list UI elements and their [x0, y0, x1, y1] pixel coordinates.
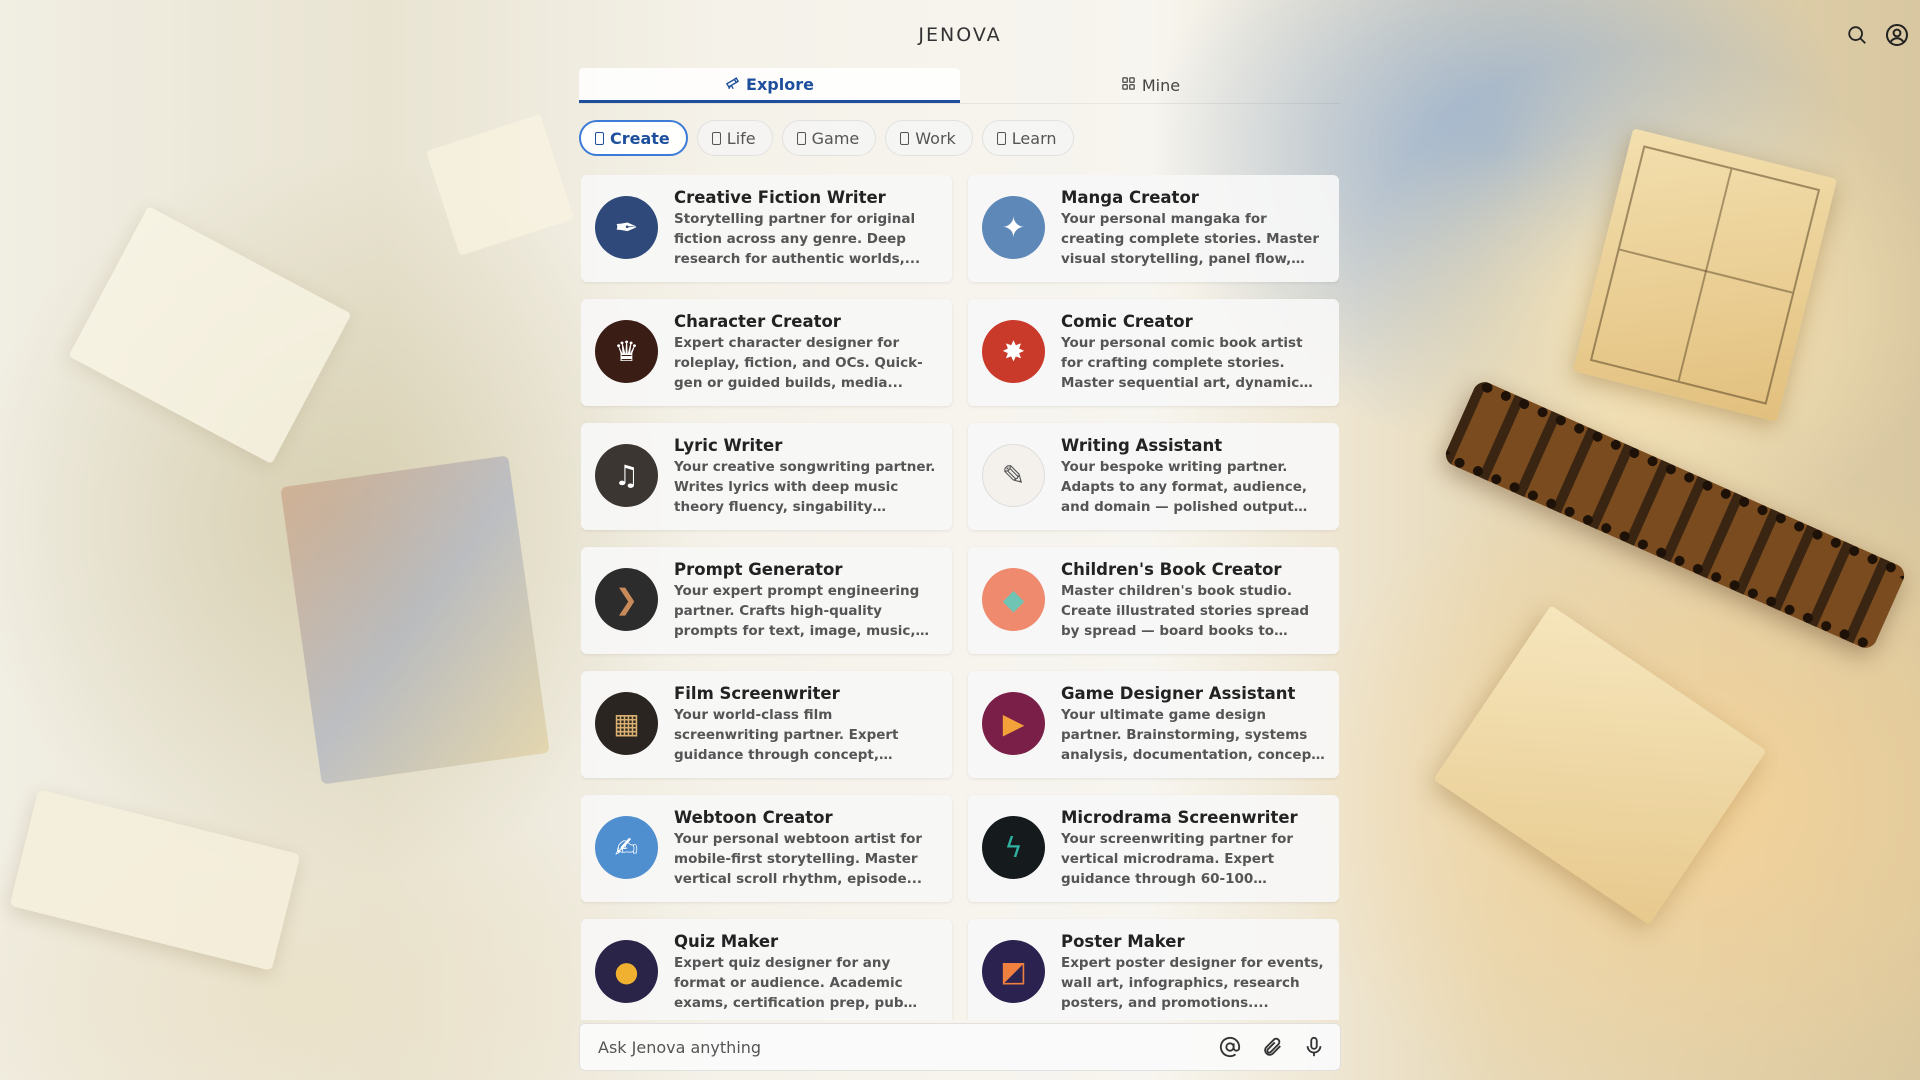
tab-mine[interactable]: Mine	[960, 68, 1341, 103]
microphone-icon[interactable]	[1302, 1035, 1326, 1059]
card-title: Lyric Writer	[674, 436, 783, 455]
agent-card-game-designer-assistant[interactable]: ▶ Game Designer Assistant Your ultimate g…	[968, 671, 1339, 778]
card-description: Your personal webtoon artist for mobile-…	[674, 831, 923, 887]
telescope-icon	[725, 75, 740, 94]
chip-create[interactable]: Create	[579, 120, 688, 156]
paperclip-icon[interactable]	[1260, 1035, 1284, 1059]
character-icon: ♛	[595, 320, 658, 383]
card-title: Webtoon Creator	[674, 808, 833, 827]
card-description: Your screenwriting partner for vertical …	[1061, 831, 1294, 887]
manga-panel-icon: ✦	[982, 196, 1045, 259]
user-circle-icon[interactable]	[1884, 22, 1910, 48]
lightbulb-icon: ●	[595, 940, 658, 1003]
at-icon[interactable]	[1218, 1035, 1242, 1059]
floating-paper-illustration	[68, 205, 352, 465]
card-title: Children's Book Creator	[1061, 560, 1282, 579]
chip-life[interactable]: Life	[696, 120, 773, 156]
chevron-right-icon: ❯	[595, 568, 658, 631]
agent-card-film-screenwriter[interactable]: ▦ Film Screenwriter Your world-class film…	[581, 671, 952, 778]
chip-learn[interactable]: Learn	[981, 120, 1074, 156]
agent-card-comic-creator[interactable]: ✸ Comic Creator Your personal comic book …	[968, 299, 1339, 406]
ask-bar	[579, 1023, 1341, 1071]
card-description: Master children's book studio. Create il…	[1061, 583, 1310, 639]
brush-icon: ✍	[595, 816, 658, 879]
floating-paper-illustration	[425, 114, 575, 256]
ask-input[interactable]	[598, 1037, 1218, 1057]
category-icon	[900, 131, 910, 145]
category-icon	[711, 131, 721, 145]
chip-game[interactable]: Game	[781, 120, 877, 156]
open-book-icon: ◆	[982, 568, 1045, 631]
card-title: Game Designer Assistant	[1061, 684, 1296, 703]
app-title: JENOVA	[918, 24, 1002, 46]
agent-card-writing-assistant[interactable]: ✎ Writing Assistant Your bespoke writing …	[968, 423, 1339, 530]
agent-card-webtoon-creator[interactable]: ✍ Webtoon Creator Your personal webtoon a…	[581, 795, 952, 902]
agent-card-prompt-generator[interactable]: ❯ Prompt Generator Your expert prompt eng…	[581, 547, 952, 654]
card-description: Expert character designer for roleplay, …	[674, 335, 923, 391]
agent-card-quiz-maker[interactable]: ● Quiz Maker Expert quiz designer for any…	[581, 919, 952, 1020]
poster-shapes-icon: ◩	[982, 940, 1045, 1003]
handwritten-letter-illustration	[1433, 605, 1767, 925]
agent-card-grid: ✒ Creative Fiction Writer Storytelling pa…	[581, 175, 1339, 1020]
category-chips: Create Life Game Work Learn	[579, 120, 1074, 156]
card-title: Film Screenwriter	[674, 684, 840, 703]
comic-burst-icon: ✸	[982, 320, 1045, 383]
easel-painting-illustration	[280, 455, 550, 785]
chip-work[interactable]: Work	[885, 120, 973, 156]
quill-icon: ✒	[595, 196, 658, 259]
main-tabs: Explore Mine	[579, 68, 1341, 104]
agent-card-poster-maker[interactable]: ◩ Poster Maker Expert poster designer for…	[968, 919, 1339, 1020]
card-description: Storytelling partner for original fictio…	[674, 211, 921, 267]
open-book-illustration	[9, 789, 301, 971]
card-description: Your world-class film screenwriting part…	[674, 707, 899, 763]
tab-label: Explore	[746, 74, 814, 94]
header-actions	[1844, 22, 1910, 48]
tab-explore[interactable]: Explore	[579, 68, 960, 103]
chip-label: Life	[726, 128, 756, 148]
search-icon[interactable]	[1844, 22, 1870, 48]
card-title: Character Creator	[674, 312, 841, 331]
chip-label: Game	[811, 128, 860, 148]
card-description: Your expert prompt engineering partner. …	[674, 583, 920, 639]
card-description: Your personal mangaka for creating compl…	[1061, 211, 1319, 267]
tab-label: Mine	[1141, 76, 1181, 95]
chip-label: Work	[915, 128, 956, 148]
agent-card-lyric-writer[interactable]: ♫ Lyric Writer Your creative songwriting …	[581, 423, 952, 530]
chip-label: Create	[610, 128, 670, 148]
card-title: Creative Fiction Writer	[674, 188, 886, 207]
agent-card-microdrama-screenwriter[interactable]: ϟ Microdrama Screenwriter Your screenwrit…	[968, 795, 1339, 902]
card-title: Comic Creator	[1061, 312, 1193, 331]
agent-card-character-creator[interactable]: ♛ Character Creator Expert character desi…	[581, 299, 952, 406]
agent-card-childrens-book-creator[interactable]: ◆ Children's Book Creator Master children…	[968, 547, 1339, 654]
card-description: Expert poster designer for events, wall …	[1061, 955, 1324, 1011]
card-title: Writing Assistant	[1061, 436, 1223, 455]
card-title: Poster Maker	[1061, 932, 1185, 951]
category-icon	[996, 131, 1006, 145]
card-description: Your bespoke writing partner. Adapts to …	[1061, 459, 1308, 515]
chip-label: Learn	[1011, 128, 1057, 148]
category-icon	[595, 131, 604, 145]
ask-actions	[1218, 1035, 1326, 1059]
card-title: Quiz Maker	[674, 932, 779, 951]
card-description: Your creative songwriting partner. Write…	[674, 459, 936, 515]
play-triangle-icon: ▶	[982, 692, 1045, 755]
lightning-phone-icon: ϟ	[982, 816, 1045, 879]
card-description: Your personal comic book artist for craf…	[1061, 335, 1303, 391]
card-description: Expert quiz designer for any format or a…	[674, 955, 904, 1011]
film-strip-illustration	[1442, 378, 1908, 652]
clapperboard-icon: ▦	[595, 692, 658, 755]
grid-icon	[1121, 76, 1136, 95]
treble-clef-icon: ♫	[595, 444, 658, 507]
pen-nib-icon: ✎	[982, 444, 1045, 507]
agent-card-manga-creator[interactable]: ✦ Manga Creator Your personal mangaka for…	[968, 175, 1339, 282]
card-title: Prompt Generator	[674, 560, 843, 579]
agent-card-creative-fiction-writer[interactable]: ✒ Creative Fiction Writer Storytelling pa…	[581, 175, 952, 282]
card-title: Microdrama Screenwriter	[1061, 808, 1298, 827]
manga-page-illustration	[1572, 128, 1838, 422]
card-description: Your ultimate game design partner. Brain…	[1061, 707, 1318, 763]
category-icon	[796, 131, 806, 145]
card-title: Manga Creator	[1061, 188, 1199, 207]
